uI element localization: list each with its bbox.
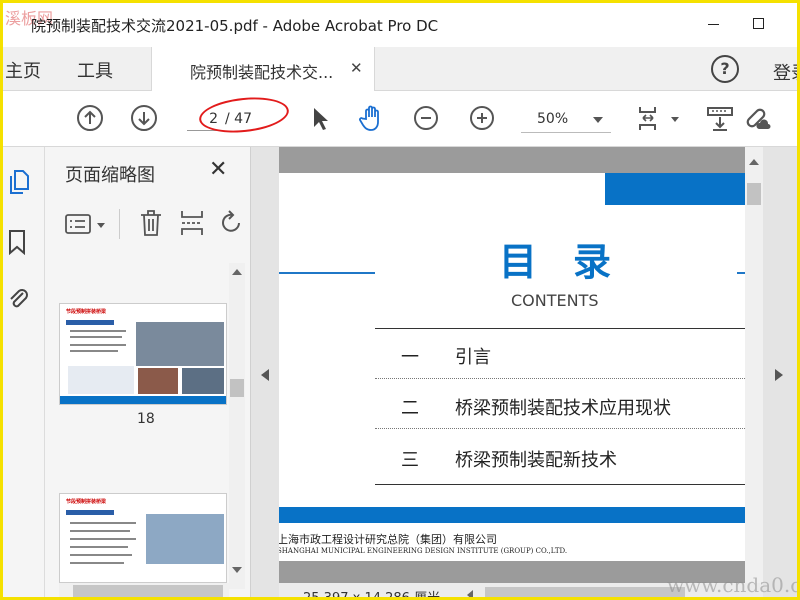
zoom-in-icon[interactable]	[467, 103, 497, 133]
page-fit-icon[interactable]	[635, 103, 665, 133]
page-blue-block	[605, 173, 745, 205]
scroll-up-icon[interactable]	[749, 159, 759, 165]
prev-page-icon[interactable]	[75, 103, 105, 133]
toc-heading: 目录	[499, 240, 648, 284]
toc-item-number: 一	[401, 347, 419, 368]
collapse-left-icon[interactable]	[261, 369, 269, 381]
zoom-value: 50%	[537, 111, 569, 127]
minimize-button[interactable]	[690, 9, 736, 39]
heading-rule-left	[279, 272, 375, 274]
toc-item-text: 桥梁预制装配新技术	[455, 450, 617, 471]
thumbnail-horizontal-scrollbar[interactable]	[59, 583, 229, 597]
title-bar: 溪板网 院预制装配技术交流2021-05.pdf - Adobe Acrobat…	[3, 3, 797, 47]
select-tool-icon[interactable]	[305, 103, 335, 133]
page-thumbnail[interactable]: 节段预制拼装桥梁	[59, 303, 227, 405]
company-name-en: SHANGHAI MUNICIPAL ENGINEERING DESIGN IN…	[279, 547, 568, 555]
zoom-out-icon[interactable]	[411, 103, 441, 133]
insert-pages-icon[interactable]	[179, 209, 205, 237]
watermark-bottom-right: www.cnda0.com	[667, 573, 800, 597]
scrollbar-thumb[interactable]	[73, 585, 223, 597]
toc-divider	[375, 428, 745, 429]
thumbnail-photo	[146, 514, 224, 564]
toc-item-number: 三	[401, 450, 419, 471]
trash-icon[interactable]	[139, 209, 163, 237]
thumbnail-panel: 页面缩略图 ✕ 节段预制拼装桥梁 18 节段预制拼装桥梁	[45, 147, 251, 597]
document-area: 目录 CONTENTS 一 引言 二 桥梁预制装配技术应用现状 三 桥梁预制装配…	[251, 147, 797, 600]
page-size-readout: 25.397 x 14.286 厘米	[303, 591, 441, 600]
options-chevron-icon[interactable]	[97, 223, 105, 228]
hand-tool-icon[interactable]	[357, 103, 387, 133]
chevron-down-icon	[593, 117, 603, 123]
page-thumbnail[interactable]: 节段预制拼装桥梁	[59, 493, 227, 583]
options-list-icon[interactable]	[65, 213, 91, 235]
scroll-mode-icon[interactable]	[705, 103, 735, 133]
scrollbar-thumb[interactable]	[230, 379, 244, 397]
tab-document-close-icon[interactable]: ✕	[350, 59, 363, 77]
scroll-down-icon[interactable]	[232, 567, 242, 573]
share-link-icon[interactable]	[741, 103, 771, 133]
panel-title: 页面缩略图	[65, 165, 155, 186]
thumbnail-header: 节段预制拼装桥梁	[66, 309, 107, 315]
scrollbar-thumb[interactable]	[747, 183, 761, 205]
page-footer-band	[279, 507, 745, 523]
app-window: 溪板网 院预制装配技术交流2021-05.pdf - Adobe Acrobat…	[0, 0, 800, 600]
tab-document[interactable]: 院预制装配技术交... ✕	[151, 47, 375, 91]
toc-divider	[375, 328, 745, 329]
zoom-select[interactable]: 50%	[521, 107, 611, 133]
toc-divider	[375, 378, 745, 379]
tab-bar: 主页 工具 院预制装配技术交... ✕ ? 登录	[3, 47, 797, 91]
next-page-icon[interactable]	[129, 103, 159, 133]
horizontal-scrollbar-thumb[interactable]	[485, 587, 685, 597]
left-tool-strip	[3, 147, 45, 597]
thumbnail-scrollbar[interactable]	[229, 263, 245, 589]
thumbnail-photo	[136, 322, 224, 366]
page-thumbnails-icon[interactable]	[7, 169, 31, 195]
heading-rule-right	[737, 272, 745, 274]
panel-toolbar	[45, 203, 251, 247]
tab-document-label: 院预制装配技术交...	[190, 63, 334, 82]
maximize-button[interactable]	[736, 9, 782, 39]
thumbnail-photo	[182, 368, 224, 394]
toc-divider	[375, 484, 745, 485]
thumbnail-page-number: 18	[137, 411, 155, 427]
page-fit-chevron-icon[interactable]	[671, 117, 679, 122]
toolbar: 2 / 47 50%	[3, 91, 797, 147]
tab-home[interactable]: 主页	[5, 57, 41, 83]
pdf-page: 目录 CONTENTS 一 引言 二 桥梁预制装配技术应用现状 三 桥梁预制装配…	[279, 147, 745, 587]
page-top-band	[279, 147, 745, 173]
scroll-up-icon[interactable]	[232, 269, 242, 275]
close-window-button[interactable]: ✕	[782, 9, 797, 39]
rotate-icon[interactable]	[219, 209, 243, 237]
maximize-icon	[753, 18, 764, 29]
collapse-right-icon[interactable]	[775, 369, 783, 381]
bookmark-icon[interactable]	[7, 229, 27, 255]
help-icon[interactable]: ?	[711, 55, 739, 83]
login-button[interactable]: 登录	[773, 59, 797, 85]
tab-tools[interactable]: 工具	[77, 57, 113, 83]
window-title: 院预制装配技术交流2021-05.pdf - Adobe Acrobat Pro…	[31, 17, 439, 35]
panel-close-icon[interactable]: ✕	[209, 157, 227, 182]
document-scrollbar[interactable]	[745, 147, 763, 587]
thumbnail-header: 节段预制拼装桥梁	[66, 499, 107, 505]
thumbnail-diagram	[68, 366, 134, 394]
company-name-cn: 上海市政工程设计研究总院（集团）有限公司	[279, 533, 497, 546]
toc-item-text: 桥梁预制装配技术应用现状	[455, 398, 671, 419]
toc-subheading: CONTENTS	[511, 291, 599, 310]
toc-item-number: 二	[401, 398, 419, 419]
panel-separator	[119, 209, 120, 239]
minimize-icon	[708, 24, 719, 25]
scroll-left-icon[interactable]	[467, 590, 473, 597]
toc-item-text: 引言	[455, 347, 491, 368]
thumbnail-photo	[138, 368, 178, 394]
attachment-icon[interactable]	[7, 285, 29, 311]
